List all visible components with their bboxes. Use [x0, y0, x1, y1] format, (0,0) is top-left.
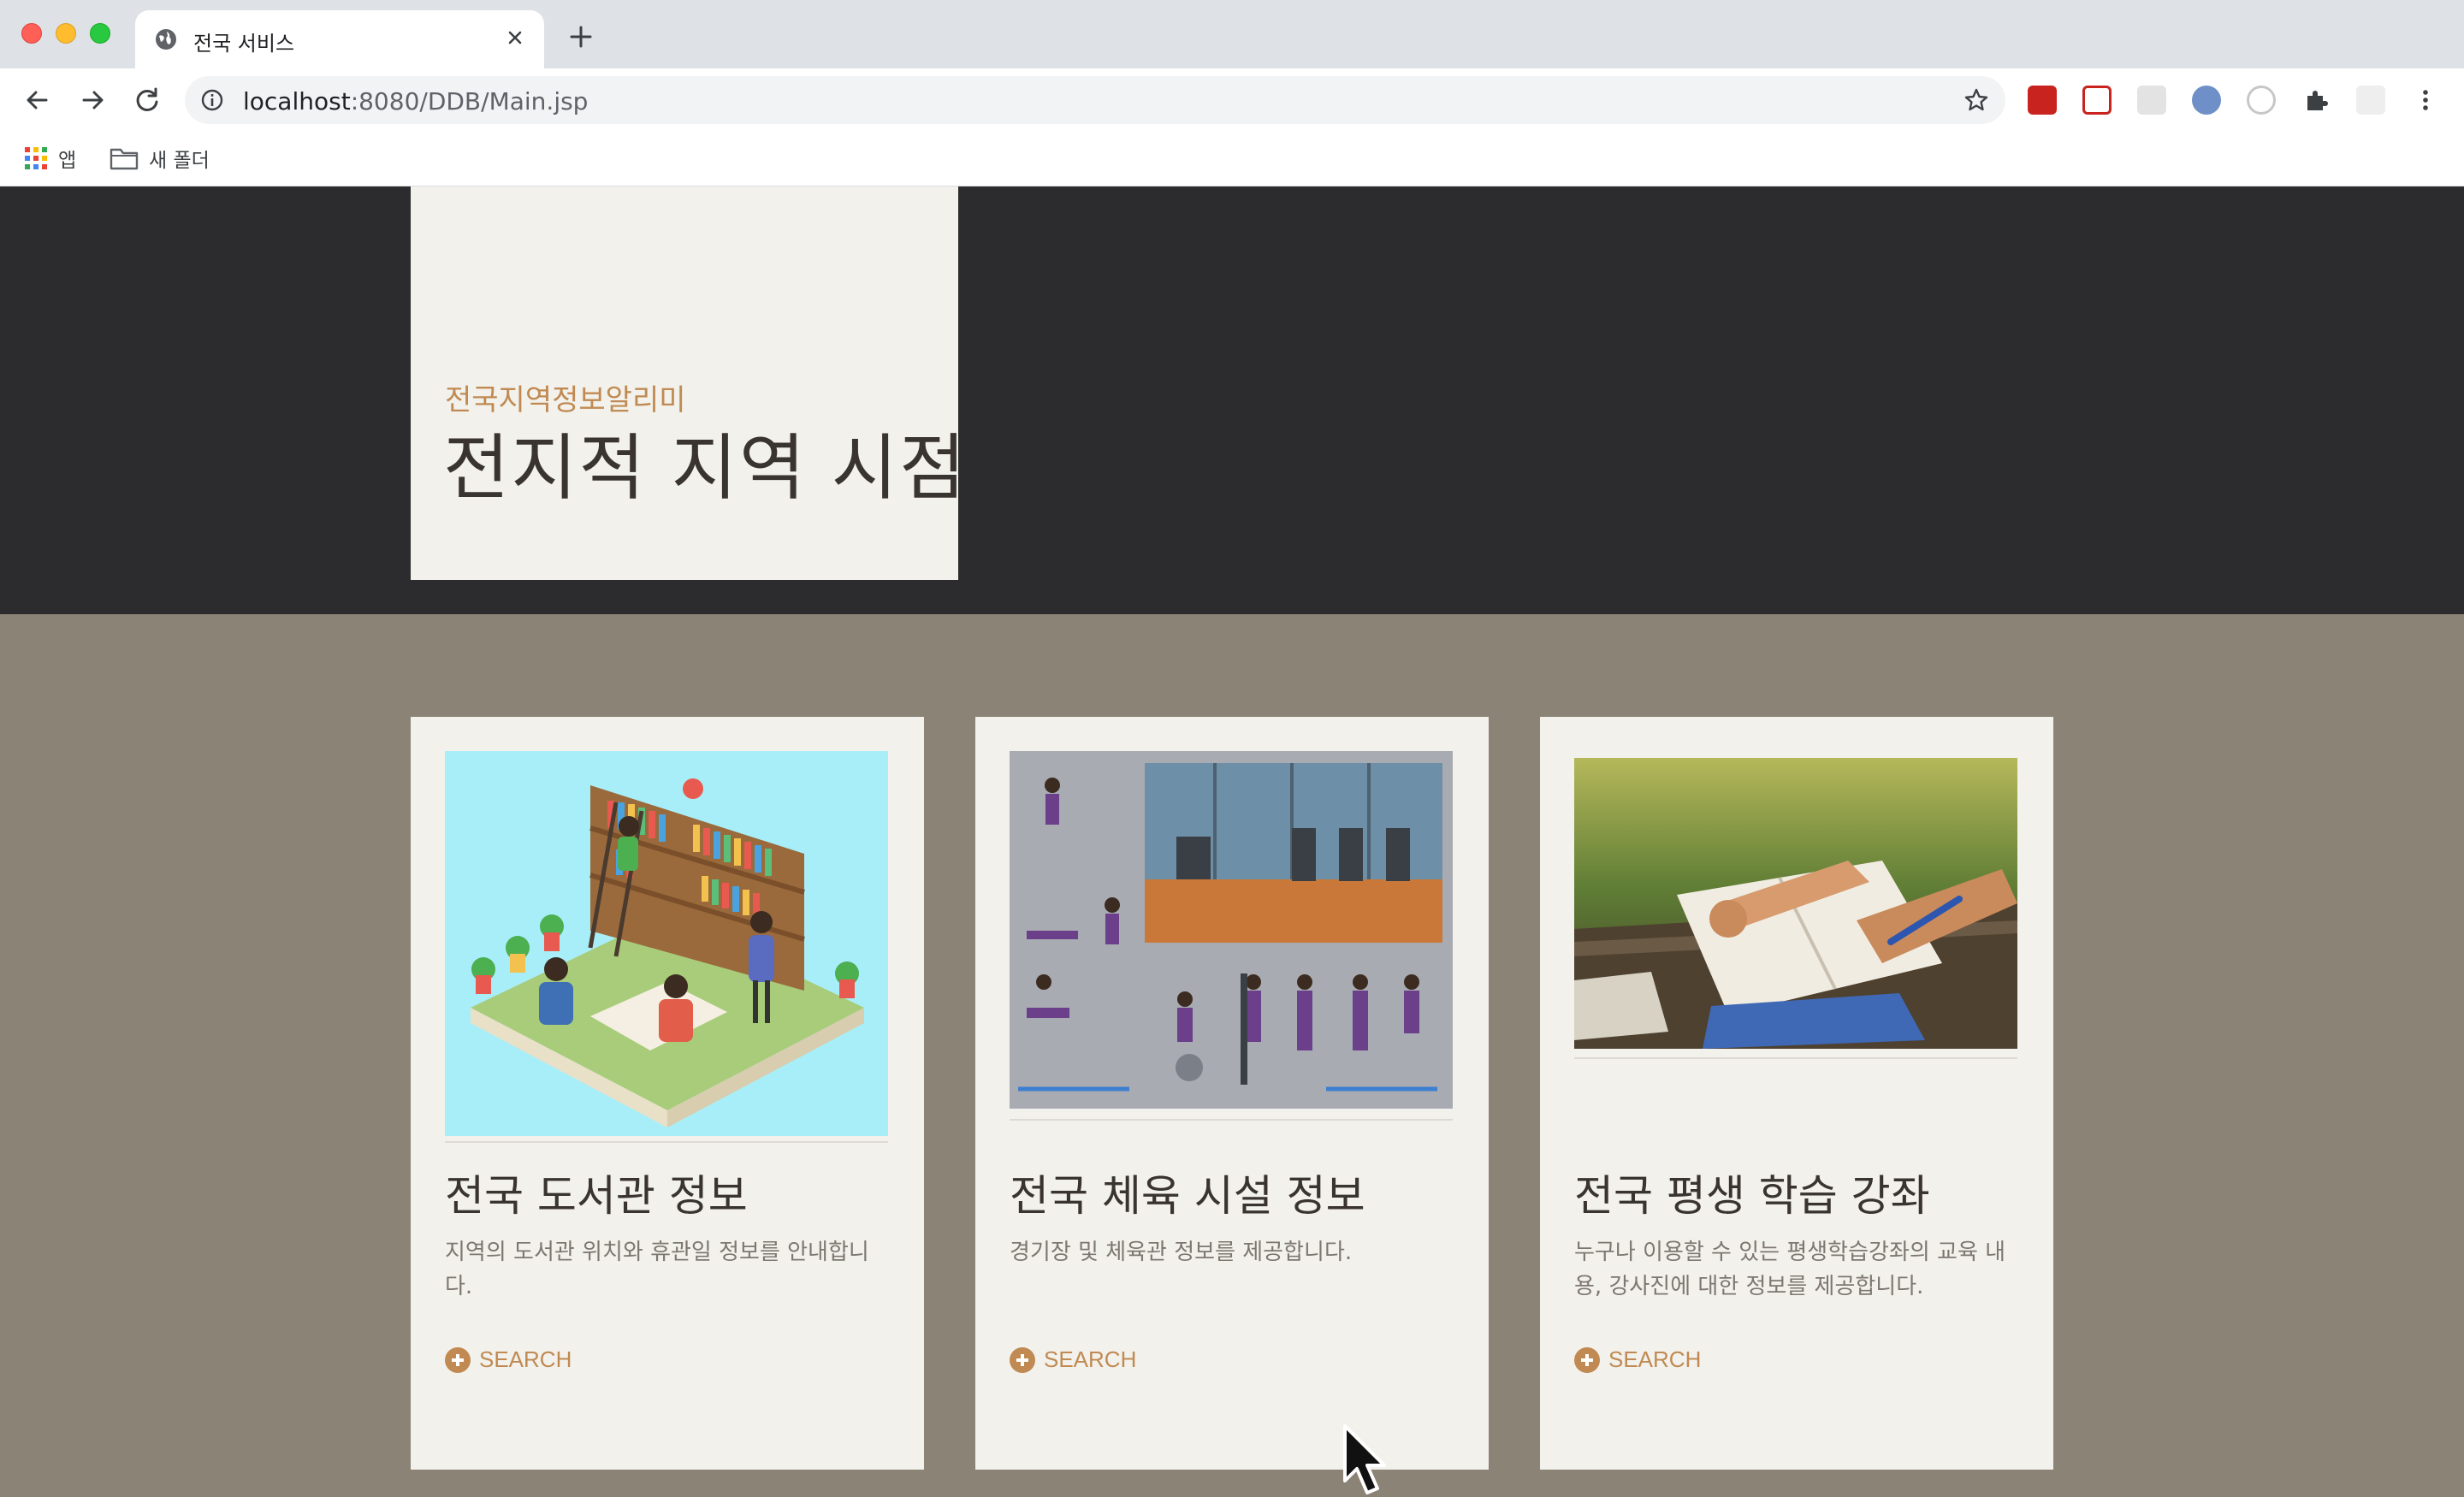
timer-extension-icon[interactable]	[2247, 86, 2276, 115]
folder-icon	[110, 148, 139, 170]
library-illustration	[445, 751, 888, 1136]
sheet-extension-icon[interactable]	[2356, 86, 2385, 115]
puzzle-extensions-icon[interactable]	[2301, 86, 2331, 115]
plus-circle-icon	[445, 1346, 471, 1373]
bookmark-folder[interactable]: 새 폴더	[110, 143, 210, 174]
mouse-pointer-icon	[1343, 1424, 1386, 1494]
search-link-label: SEARCH	[479, 1346, 572, 1372]
search-link-label: SEARCH	[1044, 1346, 1137, 1372]
card-title: 전국 평생 학습 강좌	[1574, 1171, 1930, 1221]
hero-banner	[0, 186, 2464, 614]
new-tab-button[interactable]	[566, 22, 595, 51]
info-icon[interactable]	[200, 88, 224, 112]
browser-tab-active[interactable]: 전국 서비스	[135, 10, 544, 68]
apps-grid-icon	[25, 147, 47, 169]
card-divider	[1010, 1119, 1453, 1121]
sports-search-link[interactable]: SEARCH	[1010, 1346, 1136, 1373]
bookmarks-bar: 앱 새 폴더	[0, 132, 2464, 186]
browser-toolbar: localhost:8080/DDB/Main.jsp	[0, 68, 2464, 132]
library-info-card: 전국 도서관 정보 지역의 도서관 위치와 휴관일 정보를 안내합니다. SEA…	[411, 717, 924, 1470]
lifelong-learning-card: 전국 평생 학습 강좌 누구나 이용할 수 있는 평생학습강좌의 교육 내용, …	[1540, 717, 2053, 1470]
search-link-label: SEARCH	[1608, 1346, 1702, 1372]
studying-hands-photo	[1574, 758, 2017, 1049]
url-path: :8080/DDB/Main.jsp	[350, 87, 589, 115]
site-title[interactable]: 전지적 지역 시점	[443, 411, 967, 514]
globe-icon	[156, 29, 176, 50]
card-divider	[1574, 1057, 2017, 1059]
window-zoom-button[interactable]	[90, 23, 110, 44]
acrobat-extension-icon[interactable]	[2028, 86, 2057, 115]
fitness-collage	[1010, 751, 1453, 1109]
card-title: 전국 도서관 정보	[445, 1171, 748, 1221]
card-description: 지역의 도서관 위치와 휴관일 정보를 안내합니다.	[445, 1240, 869, 1299]
bookmark-star-icon[interactable]	[1963, 86, 1990, 114]
opera-extension-icon[interactable]	[2192, 86, 2221, 115]
window-close-button[interactable]	[21, 23, 42, 44]
bookmark-label: 앱	[58, 150, 77, 172]
card-description: 경기장 및 체육관 정보를 제공합니다.	[1010, 1240, 1353, 1265]
menu-kebab-icon[interactable]	[2411, 86, 2440, 115]
card-divider	[445, 1141, 888, 1143]
site-title-panel: 전국지역정보알리미 전지적 지역 시점	[411, 186, 965, 580]
browser-tab-strip: 전국 서비스	[0, 0, 2464, 68]
url-host: localhost	[243, 87, 351, 115]
plus-circle-icon	[1010, 1346, 1035, 1373]
sports-facility-card: 전국 체육 시설 정보 경기장 및 체육관 정보를 제공합니다. SEARCH	[975, 717, 1489, 1470]
bookmark-apps[interactable]: 앱	[24, 143, 76, 174]
forward-arrow-icon[interactable]	[75, 83, 110, 117]
window-minimize-button[interactable]	[56, 23, 76, 44]
close-icon[interactable]	[501, 24, 529, 51]
back-arrow-icon[interactable]	[21, 83, 55, 117]
bookmark-label: 새 폴더	[149, 150, 210, 172]
address-bar[interactable]: localhost:8080/DDB/Main.jsp	[185, 76, 2005, 124]
library-search-link[interactable]: SEARCH	[445, 1346, 572, 1373]
tab-title: 전국 서비스	[193, 32, 295, 56]
card-title: 전국 체육 시설 정보	[1010, 1171, 1365, 1221]
plus-circle-icon	[1574, 1346, 1600, 1373]
url-text[interactable]: localhost:8080/DDB/Main.jsp	[243, 87, 588, 115]
card-description: 누구나 이용할 수 있는 평생학습강좌의 교육 내용, 강사진에 대한 정보를 …	[1574, 1240, 2006, 1299]
media-extension-icon[interactable]	[2082, 86, 2112, 115]
grid-extension-icon[interactable]	[2137, 86, 2166, 115]
reload-icon[interactable]	[130, 83, 164, 117]
learning-search-link[interactable]: SEARCH	[1574, 1346, 1701, 1373]
